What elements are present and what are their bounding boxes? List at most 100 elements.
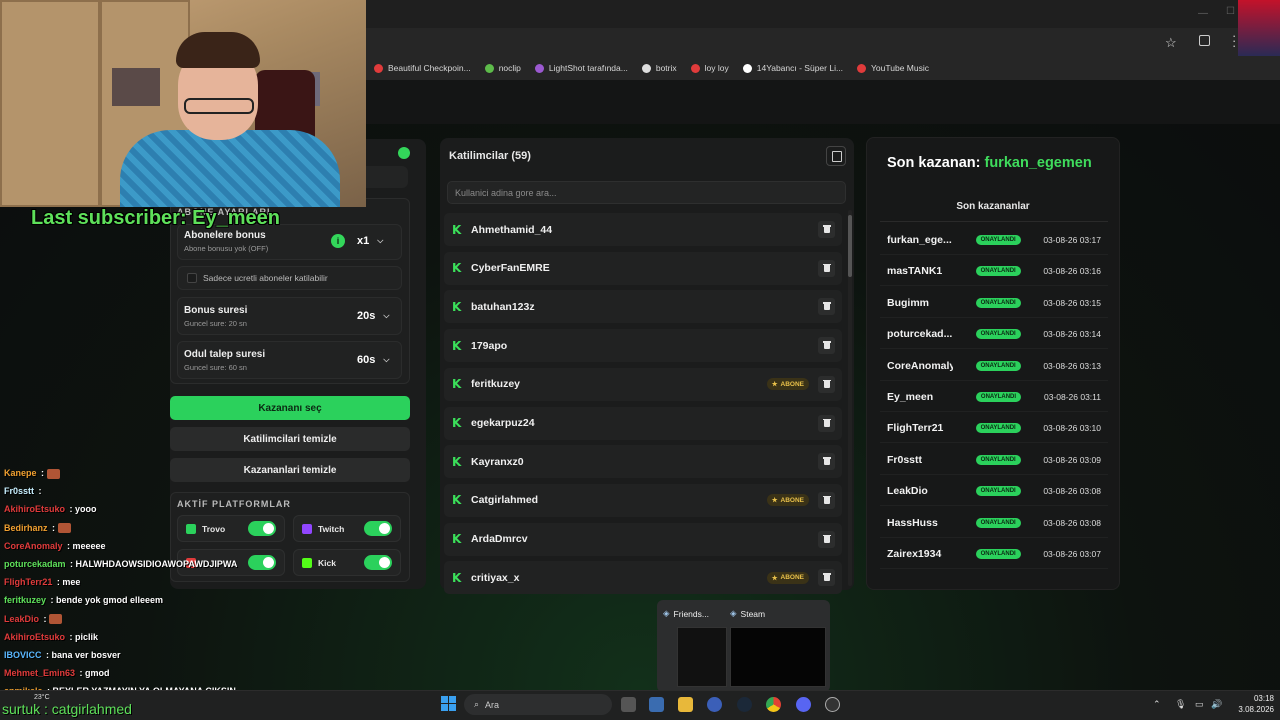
winner-status-badge: ONAYLANDI — [975, 486, 1021, 497]
minimize-icon[interactable]: — — [1198, 8, 1208, 19]
participant-row[interactable]: K Ahmethamid_44 — [444, 213, 842, 246]
start-tile — [449, 696, 456, 703]
participant-row[interactable]: K Catgirlahmed ★ ABONE — [444, 483, 842, 517]
page-header-strip — [366, 80, 1280, 124]
platform-toggle[interactable] — [248, 521, 276, 536]
platforms-title: AKTİF PLATFORMLAR — [177, 499, 291, 509]
preview-steam-thumbnail[interactable] — [730, 627, 826, 687]
platform-toggle[interactable] — [364, 555, 392, 570]
bookmark-item[interactable]: YouTube Music — [857, 63, 929, 73]
platform-toggle[interactable] — [364, 521, 392, 536]
paid-only-label: Sadece ucretli aboneler katilabilir — [203, 273, 328, 283]
delete-icon[interactable] — [818, 298, 835, 316]
chrome-icon[interactable] — [766, 697, 781, 712]
participant-row[interactable]: Kegekarpuz24 — [444, 406, 842, 440]
info-icon[interactable] — [398, 147, 410, 159]
file-explorer-icon[interactable] — [678, 697, 693, 712]
bookmark-item[interactable]: Beautiful Checkpoin... — [374, 63, 471, 73]
chevron-down-icon: ⌵ — [377, 236, 384, 245]
weather-widget[interactable]: 23°C — [34, 694, 50, 701]
subscriber-badge-label: ABONE — [780, 574, 804, 582]
start-menu-icon[interactable] — [441, 696, 456, 711]
copy-icon[interactable] — [826, 146, 846, 166]
steam-icon[interactable] — [737, 697, 752, 712]
bookmark-star-icon[interactable]: ☆ — [1165, 35, 1177, 51]
taskbar-search-placeholder: Ara — [485, 699, 500, 710]
bonus-multiplier-select[interactable]: x1 ⌵ — [357, 235, 383, 247]
network-icon[interactable]: ▭ — [1195, 699, 1204, 710]
discord-icon[interactable] — [796, 697, 811, 712]
participant-row[interactable]: K CyberFanEMRE — [444, 251, 842, 285]
delete-icon[interactable] — [818, 414, 835, 432]
winner-row: Bugimm ONAYLANDI 03-08-26 03:15 — [880, 289, 1108, 318]
claim-duration-select[interactable]: 60s ⌵ — [357, 354, 389, 366]
participants-title: Katilimcilar (59) — [449, 150, 531, 162]
bonus-info-icon[interactable]: i — [331, 234, 345, 248]
bonus-multiplier-value: x1 — [357, 235, 370, 247]
bookmark-item[interactable]: loy loy — [690, 63, 729, 73]
winner-name: CoreAnomaly — [887, 359, 953, 372]
delete-icon[interactable] — [818, 491, 835, 509]
participant-row[interactable]: K Kayranxz0 — [444, 445, 842, 479]
platform-toggle[interactable] — [248, 555, 276, 570]
bookmark-item[interactable]: 14Yabancı - Süper Li... — [742, 63, 843, 73]
delete-icon[interactable] — [818, 337, 835, 355]
bookmark-favicon-icon — [484, 63, 494, 73]
winners-list-title: Son kazananlar — [956, 201, 1030, 212]
chat-message: CoreAnomaly : meeeee — [4, 541, 106, 551]
app-icon[interactable] — [707, 697, 722, 712]
microphone-icon[interactable]: 🎙 — [1175, 699, 1186, 710]
kick-icon: K — [452, 493, 462, 508]
chat-separator: : — [49, 522, 58, 533]
maximize-icon[interactable]: ☐ — [1226, 6, 1235, 17]
participant-row[interactable]: Kbatuhan123z — [444, 290, 842, 324]
preview-friends-thumbnail[interactable] — [677, 627, 727, 687]
winner-row: masTANK1 ONAYLANDI 03-08-26 03:16 — [880, 257, 1108, 287]
volume-icon[interactable]: 🔊 — [1211, 699, 1222, 710]
bonus-duration-select[interactable]: 20s ⌵ — [357, 310, 389, 322]
tray-chevron-icon[interactable]: ⌃ — [1153, 699, 1161, 710]
participants-scroll-thumb[interactable] — [848, 215, 852, 277]
bookmark-item[interactable]: LightShot tarafında... — [534, 63, 628, 73]
preview-friends[interactable]: ◈ Friends... — [663, 608, 709, 619]
delete-icon[interactable] — [818, 259, 835, 277]
chat-username: poturcekadam — [4, 559, 66, 569]
winner-time: 03-08-26 03:08 — [1043, 517, 1101, 528]
delete-icon[interactable] — [818, 530, 835, 548]
clock-date: 3.08.2026 — [1238, 705, 1274, 714]
task-view-icon[interactable] — [621, 697, 636, 712]
pick-winner-button[interactable]: Kazananı seç — [170, 396, 410, 420]
app-icon[interactable] — [825, 697, 840, 712]
delete-icon[interactable] — [818, 375, 835, 393]
platform-toggle-card: Kick — [293, 549, 401, 576]
bookmark-label: YouTube Music — [871, 63, 930, 73]
participant-row[interactable]: Kcritiyax_x ★ ABONE — [444, 561, 842, 595]
clear-winners-button[interactable]: Kazananlari temizle — [170, 458, 410, 482]
winner-status-badge: ONAYLANDI — [975, 329, 1021, 340]
browser-menu-icon[interactable]: · · · — [1232, 29, 1236, 52]
chat-message: Mehmet_Emin63 : gmod — [4, 668, 110, 678]
taskbar-search[interactable]: ⌕ Ara — [464, 694, 612, 715]
participant-row[interactable]: K 179apo — [444, 329, 842, 363]
calculator-icon[interactable] — [649, 697, 664, 712]
delete-icon[interactable] — [818, 569, 835, 587]
preview-steam[interactable]: ◈ Steam — [730, 608, 765, 619]
chat-separator: : — [41, 613, 50, 624]
chat-separator: : — [67, 504, 76, 515]
participant-name: Ahmethamid_44 — [471, 223, 553, 236]
taskbar-clock[interactable]: 03:18 3.08.2026 — [1232, 693, 1274, 715]
paid-only-checkbox[interactable] — [187, 273, 197, 283]
winner-time: 03-08-26 03:14 — [1043, 329, 1101, 340]
participant-search-input[interactable]: Kullanici adina gore ara... — [447, 181, 846, 204]
participant-row[interactable]: Kferitkuzey ★ ABONE — [444, 367, 842, 401]
clear-participants-button[interactable]: Katilimcilari temizle — [170, 427, 410, 451]
delete-icon[interactable] — [818, 221, 835, 238]
delete-icon[interactable] — [818, 453, 835, 471]
bookmark-item[interactable]: botrix — [641, 63, 677, 73]
chat-separator: : — [67, 631, 76, 642]
participant-name: Catgirlahmed — [471, 494, 539, 507]
participant-row[interactable]: K ArdaDmrcv — [444, 522, 842, 556]
bookmark-item[interactable]: noclip — [484, 63, 521, 73]
extensions-icon[interactable] — [1199, 35, 1210, 46]
winner-row: Ey_meen ONAYLANDI 03-08-26 03:11 — [880, 383, 1108, 412]
